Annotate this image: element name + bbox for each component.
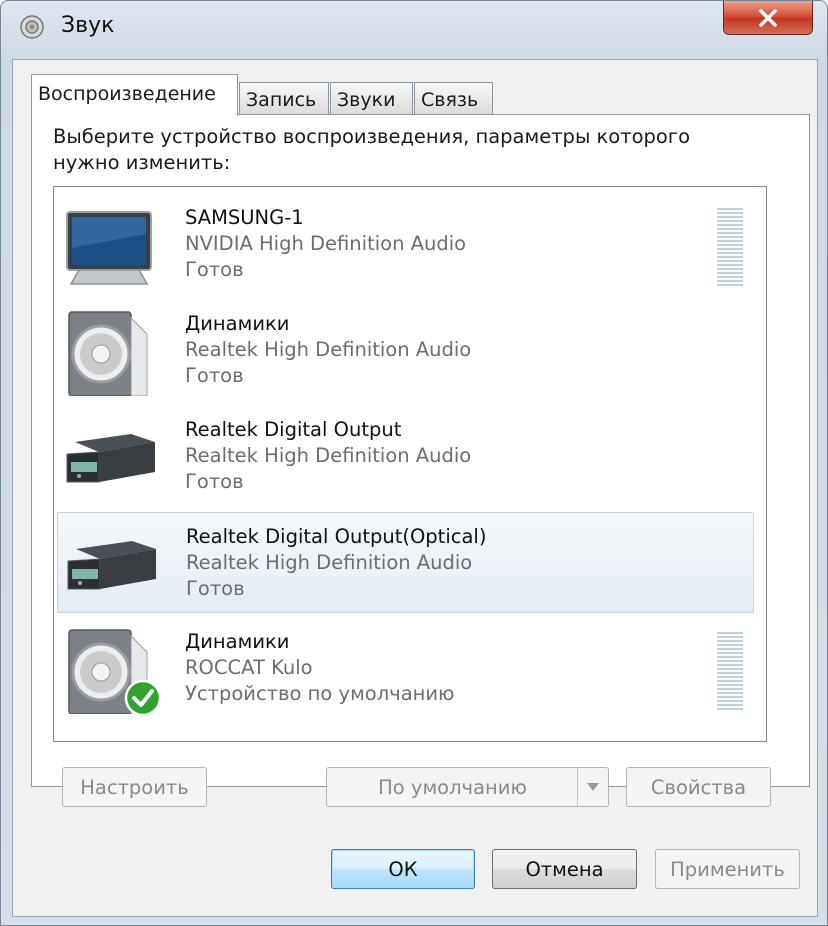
volume-level-meter	[717, 208, 743, 286]
device-name: Динамики	[185, 630, 290, 653]
device-driver: Realtek High Definition Audio	[185, 338, 472, 361]
device-name: SAMSUNG-1	[185, 206, 304, 229]
apply-button[interactable]: Применить	[655, 849, 800, 889]
device-status: Готов	[185, 258, 244, 281]
instruction-text: Выберите устройство воспроизведения, пар…	[53, 125, 691, 174]
receiver-icon	[67, 541, 156, 590]
speaker-app-icon	[20, 15, 44, 39]
close-icon	[759, 8, 777, 27]
title-bar[interactable]: Звук	[1, 1, 827, 59]
device-status: Готов	[185, 470, 244, 493]
device-item-default[interactable]: Динамики ROCCAT Kulo Устройство по умолч…	[57, 618, 754, 719]
device-driver: ROCCAT Kulo	[185, 656, 313, 679]
window-title: Звук	[61, 13, 115, 38]
sound-dialog-window: Звук Воспроизведение Запись Звуки Связь …	[0, 0, 828, 926]
set-default-label: По умолчанию	[378, 775, 527, 799]
tab-recording[interactable]: Запись	[239, 82, 329, 114]
volume-level-meter	[717, 632, 743, 710]
device-status: Готов	[186, 577, 245, 600]
device-item[interactable]: Динамики Realtek High Definition Audio Г…	[57, 300, 754, 401]
receiver-icon	[66, 434, 155, 483]
device-list[interactable]: SAMSUNG-1 NVIDIA High Definition Audio Г…	[53, 186, 767, 742]
set-default-dropdown[interactable]	[577, 768, 608, 806]
speaker-icon	[68, 311, 148, 396]
device-status: Готов	[185, 364, 244, 387]
set-default-split-button[interactable]: По умолчанию	[326, 767, 609, 807]
device-status: Устройство по умолчанию	[185, 682, 455, 705]
configure-button[interactable]: Настроить	[62, 767, 207, 807]
device-item-selected[interactable]: Realtek Digital Output(Optical) Realtek …	[57, 512, 754, 613]
device-driver: NVIDIA High Definition Audio	[185, 232, 467, 255]
device-name: Realtek Digital Output(Optical)	[186, 525, 487, 548]
device-driver: Realtek High Definition Audio	[185, 444, 472, 467]
close-button[interactable]	[723, 1, 813, 35]
default-check-icon	[124, 679, 162, 717]
tab-playback[interactable]: Воспроизведение	[31, 74, 238, 116]
properties-button[interactable]: Свойства	[626, 767, 771, 807]
cancel-button[interactable]: Отмена	[492, 849, 637, 889]
monitor-icon	[66, 211, 152, 285]
device-name: Динамики	[185, 312, 290, 335]
device-driver: Realtek High Definition Audio	[186, 551, 473, 574]
chevron-down-icon	[587, 783, 599, 791]
tab-sounds[interactable]: Звуки	[330, 82, 413, 114]
device-name: Realtek Digital Output	[185, 418, 402, 441]
ok-button[interactable]: ОК	[331, 849, 475, 889]
device-item[interactable]: Realtek Digital Output Realtek High Defi…	[57, 406, 754, 507]
dialog-client-area: Воспроизведение Запись Звуки Связь Выбер…	[12, 59, 818, 917]
device-item[interactable]: SAMSUNG-1 NVIDIA High Definition Audio Г…	[57, 194, 754, 295]
tab-communications[interactable]: Связь	[414, 82, 493, 114]
